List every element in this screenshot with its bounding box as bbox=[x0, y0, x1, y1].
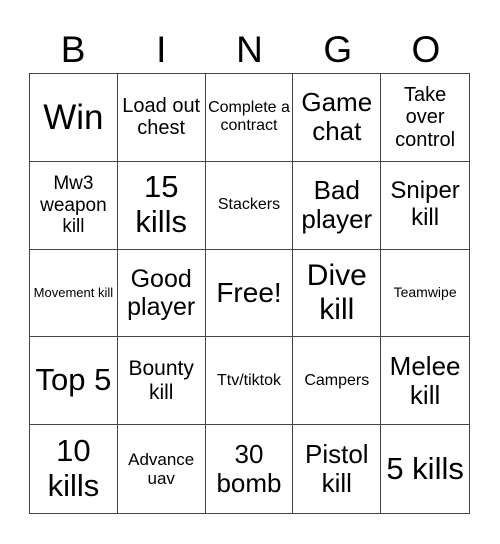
cell-text: 30 bomb bbox=[216, 438, 282, 499]
bingo-cell[interactable]: Sniper kill bbox=[381, 162, 469, 250]
cell-text: Ttv/tiktok bbox=[216, 371, 281, 389]
bingo-cell[interactable]: Game chat bbox=[293, 74, 382, 162]
header-letter-n: N bbox=[236, 29, 263, 70]
bingo-cell[interactable]: Bad player bbox=[293, 161, 382, 250]
bingo-cell[interactable]: Melee kill bbox=[381, 337, 469, 426]
bingo-cell[interactable]: 10 kills bbox=[30, 425, 118, 513]
bingo-cell[interactable]: Mw3 weapon kill bbox=[30, 161, 118, 250]
cell-text: Movement kill bbox=[33, 284, 114, 300]
cell-text: 5 kills bbox=[386, 450, 464, 486]
cell-text: Load out chest bbox=[122, 95, 201, 140]
cell-text: 15 kills bbox=[135, 169, 188, 240]
bingo-cell[interactable]: 5 kills bbox=[381, 425, 469, 513]
header-letter-o: O bbox=[411, 29, 441, 70]
bingo-cell[interactable]: Take over control bbox=[381, 74, 469, 162]
cell-text: Pistol kill bbox=[305, 438, 369, 499]
bingo-cell[interactable]: Ttv/tiktok bbox=[205, 337, 294, 426]
cell-text: Bounty kill bbox=[128, 357, 194, 404]
free-space-cell[interactable]: Free! bbox=[205, 249, 294, 338]
bingo-cell[interactable]: Pistol kill bbox=[293, 425, 382, 513]
bingo-cell[interactable]: Win bbox=[30, 74, 118, 162]
bingo-cell[interactable]: 30 bomb bbox=[206, 425, 294, 513]
cell-text: Advance uav bbox=[128, 450, 195, 489]
bingo-cell[interactable]: Dive kill bbox=[293, 249, 382, 338]
header-letter-b: B bbox=[60, 29, 86, 70]
cell-text: Complete a contract bbox=[208, 99, 290, 135]
cell-text: Take over control bbox=[395, 83, 456, 151]
cell-text: Free! bbox=[216, 277, 282, 309]
cell-text: Dive kill bbox=[306, 259, 367, 326]
cell-text: Top 5 bbox=[35, 362, 112, 398]
bingo-cell[interactable]: Load out chest bbox=[117, 74, 206, 162]
bingo-cell[interactable]: 15 kills bbox=[117, 161, 206, 250]
bingo-cell[interactable]: Bounty kill bbox=[117, 337, 206, 426]
cell-text: Melee kill bbox=[389, 350, 461, 410]
cell-text: Sniper kill bbox=[390, 177, 460, 232]
header-letter-g: G bbox=[323, 29, 353, 70]
cell-text: Campers bbox=[304, 371, 370, 389]
bingo-cell[interactable]: Top 5 bbox=[30, 337, 118, 426]
header-letter-i: I bbox=[156, 29, 167, 70]
bingo-cell[interactable]: Advance uav bbox=[118, 425, 206, 513]
cell-text: Game chat bbox=[301, 87, 373, 147]
cell-text: Teamwipe bbox=[393, 284, 457, 301]
cell-text: Stackers bbox=[217, 196, 281, 214]
cell-text: Bad player bbox=[301, 175, 373, 235]
bingo-cell[interactable]: Teamwipe bbox=[381, 250, 469, 338]
bingo-cell[interactable]: Campers bbox=[293, 337, 382, 426]
cell-text: Mw3 weapon kill bbox=[40, 173, 107, 237]
bingo-cell[interactable]: Good player bbox=[117, 249, 206, 338]
bingo-cell[interactable]: Stackers bbox=[205, 161, 294, 250]
bingo-cell[interactable]: Complete a contract bbox=[205, 74, 294, 162]
bingo-header: B I N G O bbox=[29, 28, 470, 72]
cell-text: Good player bbox=[127, 264, 196, 321]
bingo-grid: Win Load out chest Complete a contract G… bbox=[29, 73, 470, 514]
cell-text: Win bbox=[43, 97, 104, 137]
bingo-cell[interactable]: Movement kill bbox=[30, 249, 118, 338]
cell-text: 10 kills bbox=[47, 433, 100, 504]
